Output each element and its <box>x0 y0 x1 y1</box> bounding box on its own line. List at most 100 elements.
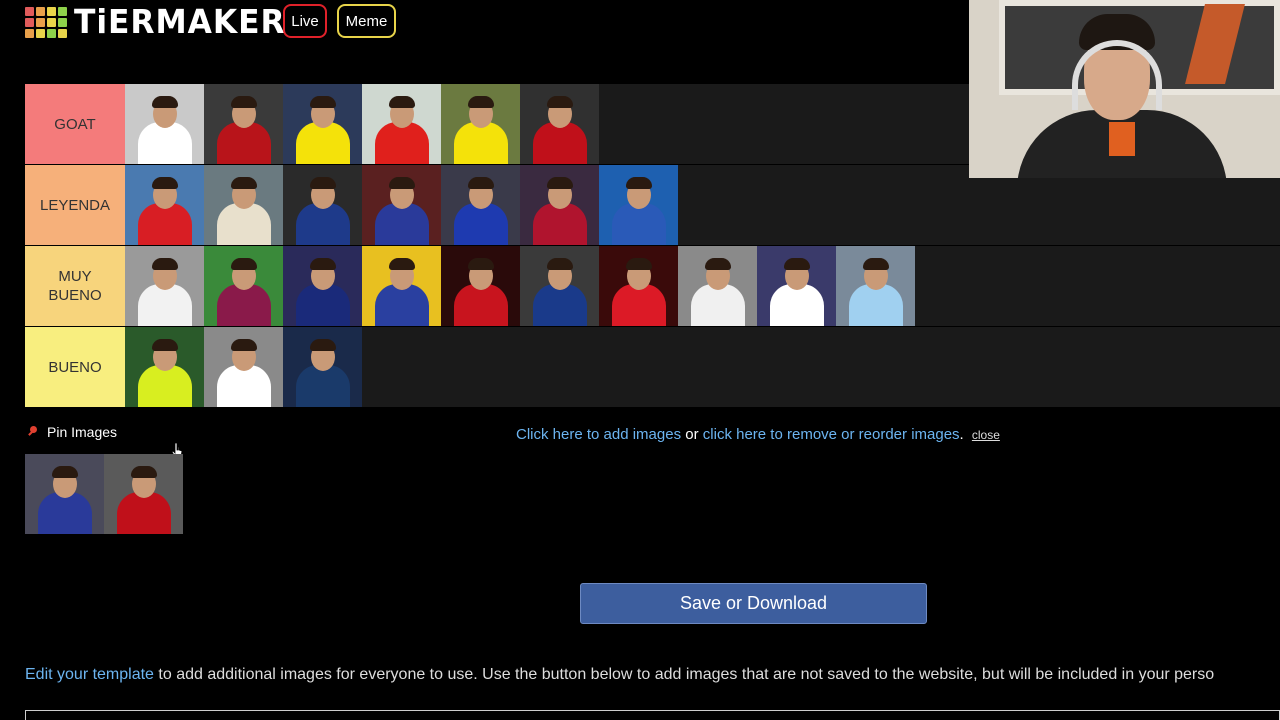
player-kit <box>295 284 350 326</box>
player-image[interactable] <box>520 246 599 326</box>
tiermaker-logo[interactable]: TiERMAKER <box>25 0 297 44</box>
player-image[interactable] <box>520 84 599 164</box>
player-hair <box>625 177 652 189</box>
player-kit <box>532 203 587 245</box>
footer-input-box[interactable] <box>25 710 1280 720</box>
live-button[interactable]: Live <box>283 4 327 38</box>
player-hair <box>151 258 178 270</box>
player-image[interactable] <box>836 246 915 326</box>
logo-square <box>47 6 56 16</box>
player-kit <box>216 284 271 326</box>
tier-label[interactable]: GOAT <box>25 84 125 164</box>
tier-row: BUENO <box>25 327 1280 408</box>
player-kit <box>295 122 350 164</box>
tier-items[interactable] <box>125 327 1280 407</box>
player-kit <box>532 122 587 164</box>
meme-button[interactable]: Meme <box>337 4 396 38</box>
player-kit <box>374 203 429 245</box>
logo-square <box>47 28 56 38</box>
player-hair <box>862 258 889 270</box>
logo-square <box>58 17 67 27</box>
player-image[interactable] <box>362 165 441 245</box>
player-hair <box>467 177 494 189</box>
player-image[interactable] <box>441 84 520 164</box>
player-image[interactable] <box>678 246 757 326</box>
player-hair <box>388 258 415 270</box>
player-image[interactable] <box>362 84 441 164</box>
save-or-download-button[interactable]: Save or Download <box>580 583 927 624</box>
player-kit <box>216 203 271 245</box>
logo-square <box>58 6 67 16</box>
logo-grid-icon <box>25 6 67 38</box>
player-kit <box>453 122 508 164</box>
player-kit <box>611 203 666 245</box>
streamer-shirt <box>1109 122 1135 156</box>
logo-square <box>47 17 56 27</box>
player-image[interactable] <box>125 246 204 326</box>
player-kit <box>216 122 271 164</box>
player-hair <box>783 258 810 270</box>
player-image[interactable] <box>599 165 678 245</box>
player-hair <box>546 96 573 108</box>
pool-player-image[interactable] <box>25 454 104 534</box>
tier-items[interactable] <box>125 246 1280 326</box>
player-image[interactable] <box>599 246 678 326</box>
player-kit <box>216 365 271 407</box>
player-image[interactable] <box>125 327 204 407</box>
player-image[interactable] <box>441 165 520 245</box>
player-kit <box>116 492 171 534</box>
logo-text: TiERMAKER <box>74 2 286 41</box>
player-image[interactable] <box>125 165 204 245</box>
player-kit <box>611 284 666 326</box>
links-period: . <box>959 426 964 443</box>
player-kit <box>137 203 192 245</box>
logo-square <box>36 6 45 16</box>
edit-template-link[interactable]: Edit your template <box>25 666 154 683</box>
player-image[interactable] <box>283 84 362 164</box>
player-hair <box>230 177 257 189</box>
player-hair <box>467 96 494 108</box>
player-image[interactable] <box>757 246 836 326</box>
player-image[interactable] <box>441 246 520 326</box>
player-hair <box>388 96 415 108</box>
tier-label[interactable]: BUENO <box>25 327 125 407</box>
player-image[interactable] <box>283 246 362 326</box>
player-image[interactable] <box>204 165 283 245</box>
player-image[interactable] <box>520 165 599 245</box>
player-kit <box>848 284 903 326</box>
player-hair <box>230 339 257 351</box>
pool-player-image[interactable] <box>104 454 183 534</box>
player-kit <box>295 203 350 245</box>
player-hair <box>388 177 415 189</box>
player-image[interactable] <box>204 84 283 164</box>
player-kit <box>374 284 429 326</box>
player-hair <box>309 177 336 189</box>
player-image[interactable] <box>362 246 441 326</box>
player-image[interactable] <box>283 165 362 245</box>
image-pool <box>25 454 183 534</box>
player-hair <box>546 258 573 270</box>
player-hair <box>151 177 178 189</box>
add-images-link[interactable]: Click here to add images <box>516 426 681 443</box>
player-kit <box>453 284 508 326</box>
player-image[interactable] <box>125 84 204 164</box>
links-or-text: or <box>685 426 699 443</box>
player-kit <box>453 203 508 245</box>
logo-square <box>25 28 34 38</box>
pin-images-toggle[interactable]: Pin Images <box>27 424 117 440</box>
player-image[interactable] <box>204 327 283 407</box>
tier-label[interactable]: MUY BUENO <box>25 246 125 326</box>
pin-icon <box>27 426 39 438</box>
tier-label[interactable]: LEYENDA <box>25 165 125 245</box>
close-link[interactable]: close <box>972 428 1000 442</box>
remove-reorder-link[interactable]: click here to remove or reorder images <box>703 426 960 443</box>
logo-square <box>25 6 34 16</box>
image-links: Click here to add images or click here t… <box>516 426 1000 443</box>
player-image[interactable] <box>283 327 362 407</box>
logo-square <box>36 28 45 38</box>
tier-row: MUY BUENO <box>25 246 1280 327</box>
logo-square <box>25 17 34 27</box>
player-image[interactable] <box>204 246 283 326</box>
logo-square <box>36 17 45 27</box>
player-hair <box>309 96 336 108</box>
